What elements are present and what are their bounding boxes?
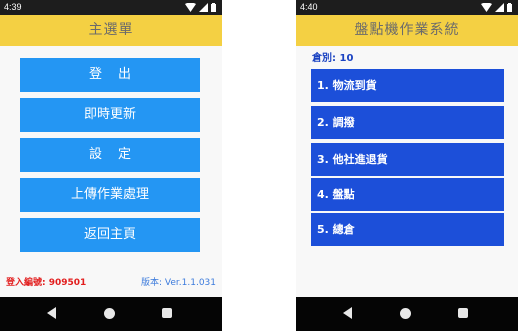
app-bar-title: 主選單 [0, 15, 222, 46]
logout-button[interactable]: 登出 [20, 58, 200, 92]
status-time: 4:40 [300, 2, 318, 12]
return-home-button[interactable]: 返回主頁 [20, 218, 200, 252]
status-bar: 4:39 [0, 0, 222, 15]
version-label: 版本: Ver.1.1.031 [141, 278, 216, 288]
menu-item-transfer[interactable]: 2. 調撥 [311, 106, 504, 139]
navigation-bar [296, 297, 518, 331]
wifi-icon [481, 3, 492, 12]
menu-item-logistics-arrival[interactable]: 1. 物流到貨 [311, 69, 504, 102]
status-bar: 4:40 [296, 0, 518, 15]
navigation-bar [0, 297, 222, 331]
menu-item-central-warehouse[interactable]: 5. 總倉 [311, 213, 504, 246]
login-id-label: 登入編號: 909501 [6, 278, 87, 288]
signal-icon [199, 3, 208, 12]
status-icons [481, 2, 512, 13]
realtime-update-button[interactable]: 即時更新 [20, 98, 200, 132]
menu-item-stocktake[interactable]: 4. 盤點 [311, 178, 504, 211]
home-icon[interactable] [104, 308, 115, 319]
settings-button[interactable]: 設定 [20, 138, 200, 172]
inventory-system-screen: 4:40 盤點機作業系統 倉別: 10 1. 物流到貨 2. 調撥 3. 他社進… [296, 0, 518, 331]
battery-icon [211, 3, 216, 12]
wifi-icon [185, 3, 196, 12]
menu-item-other-company-returns[interactable]: 3. 他社進退貨 [311, 143, 504, 176]
back-icon[interactable] [343, 307, 352, 319]
app-bar-title: 盤點機作業系統 [296, 15, 518, 46]
recents-icon[interactable] [458, 308, 468, 318]
warehouse-label: 倉別: 10 [312, 53, 354, 64]
recents-icon[interactable] [162, 308, 172, 318]
signal-icon [495, 3, 504, 12]
status-time: 4:39 [4, 2, 22, 12]
back-icon[interactable] [47, 307, 56, 319]
main-menu-screen: 4:39 主選單 登出 即時更新 設定 上傳作業處理 返回主頁 登入編號: 90… [0, 0, 222, 331]
upload-jobs-button[interactable]: 上傳作業處理 [20, 178, 200, 212]
status-icons [185, 2, 216, 13]
home-icon[interactable] [400, 308, 411, 319]
battery-icon [507, 3, 512, 12]
